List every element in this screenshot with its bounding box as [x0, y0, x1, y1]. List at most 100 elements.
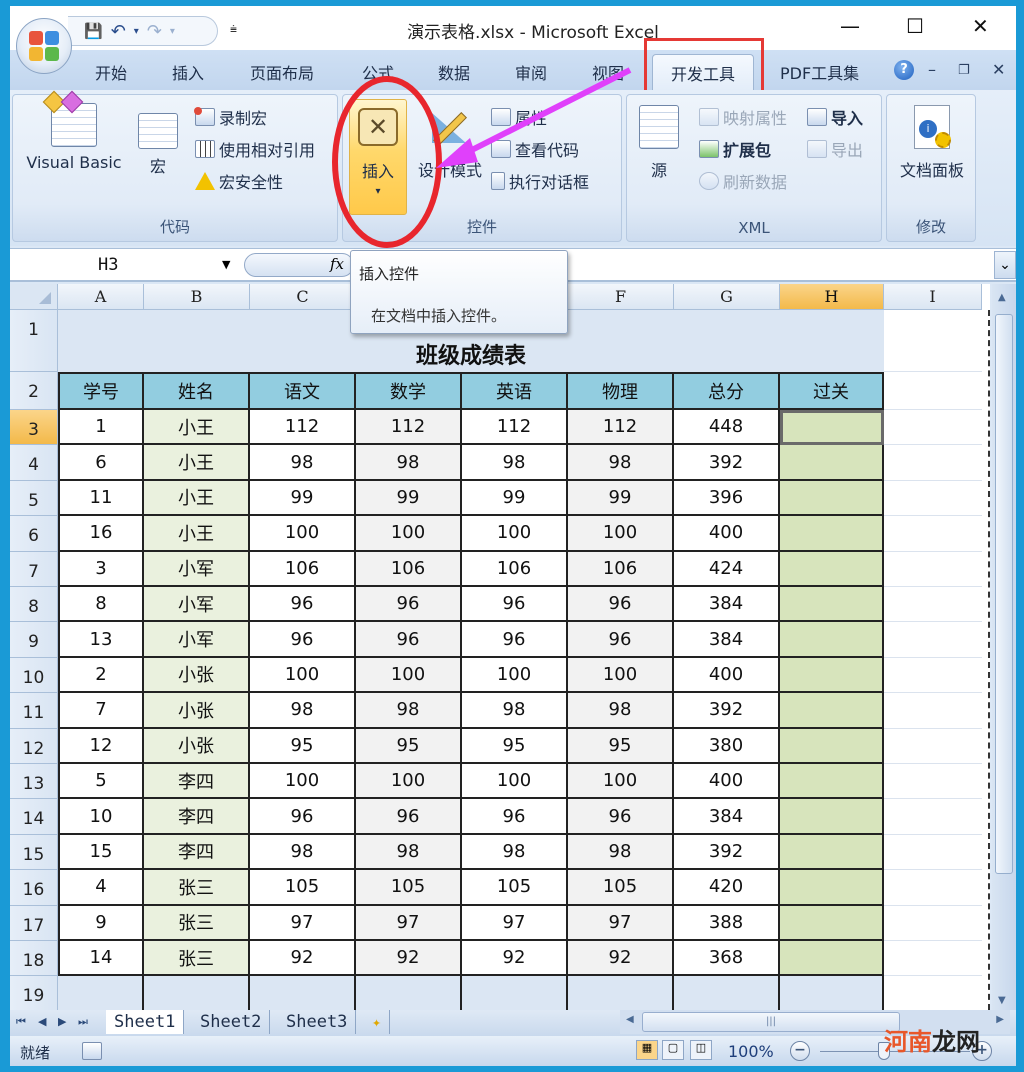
header-cell[interactable]: 数学: [356, 372, 462, 410]
data-cell[interactable]: 1: [58, 410, 144, 446]
row-header-9[interactable]: 9: [10, 622, 58, 658]
macros-button[interactable]: 宏: [135, 113, 181, 177]
header-cell[interactable]: 姓名: [144, 372, 250, 410]
data-cell[interactable]: 96: [250, 799, 356, 835]
data-cell[interactable]: 13: [58, 622, 144, 658]
data-cell[interactable]: 448: [674, 410, 780, 446]
data-cell[interactable]: 384: [674, 622, 780, 658]
row-header-4[interactable]: 4: [10, 445, 58, 481]
sheet-tab-sheet2[interactable]: Sheet2: [192, 1010, 271, 1034]
pass-cell[interactable]: [780, 551, 884, 587]
maximize-button[interactable]: ☐: [906, 14, 924, 38]
data-cell[interactable]: 105: [462, 870, 568, 906]
expansion-pack-button[interactable]: 扩展包: [699, 137, 771, 161]
macro-record-status-icon[interactable]: [82, 1042, 102, 1060]
data-cell[interactable]: 392: [674, 445, 780, 481]
pass-cell[interactable]: [780, 941, 884, 977]
row-header-17[interactable]: 17: [10, 905, 58, 941]
data-cell[interactable]: 96: [250, 587, 356, 623]
row-header-11[interactable]: 11: [10, 693, 58, 729]
pass-cell[interactable]: [780, 516, 884, 552]
data-cell[interactable]: 112: [250, 410, 356, 446]
pass-cell[interactable]: [780, 693, 884, 729]
help-icon[interactable]: ?: [894, 60, 914, 80]
data-cell[interactable]: 100: [462, 764, 568, 800]
data-cell[interactable]: 小王: [144, 480, 250, 517]
data-cell[interactable]: 3: [58, 551, 144, 587]
data-cell[interactable]: 99: [250, 480, 356, 517]
pass-cell[interactable]: [780, 728, 884, 764]
header-cell[interactable]: 物理: [568, 372, 674, 410]
data-cell[interactable]: 98: [568, 834, 674, 871]
empty-cell[interactable]: [356, 976, 462, 1012]
data-cell[interactable]: 11: [58, 480, 144, 517]
data-cell[interactable]: 98: [356, 445, 462, 481]
column-header-a[interactable]: A: [58, 284, 144, 310]
data-cell[interactable]: 张三: [144, 870, 250, 906]
empty-cell[interactable]: [58, 976, 144, 1012]
data-cell[interactable]: 98: [250, 445, 356, 481]
pass-cell[interactable]: [780, 622, 884, 658]
data-cell[interactable]: 95: [250, 728, 356, 764]
pass-cell[interactable]: [780, 445, 884, 481]
data-cell[interactable]: 100: [568, 657, 674, 694]
data-cell[interactable]: 384: [674, 799, 780, 835]
data-cell[interactable]: 99: [462, 480, 568, 517]
column-header-c[interactable]: C: [250, 284, 356, 310]
cell-i14[interactable]: [884, 799, 982, 835]
scroll-left-icon[interactable]: ◀: [626, 1014, 634, 1025]
data-cell[interactable]: 100: [250, 657, 356, 694]
data-cell[interactable]: 98: [250, 834, 356, 871]
pass-cell[interactable]: [780, 870, 884, 906]
data-cell[interactable]: 106: [356, 551, 462, 587]
export-button[interactable]: 导出: [807, 137, 863, 161]
data-cell[interactable]: 99: [356, 480, 462, 517]
ribbon-minimize-button[interactable]: –: [928, 60, 936, 79]
pass-cell[interactable]: [780, 799, 884, 835]
row-header-5[interactable]: 5: [10, 480, 58, 517]
data-cell[interactable]: 100: [250, 764, 356, 800]
data-cell[interactable]: 96: [250, 622, 356, 658]
data-cell[interactable]: 100: [356, 764, 462, 800]
data-cell[interactable]: 96: [356, 587, 462, 623]
data-cell[interactable]: 388: [674, 905, 780, 941]
data-cell[interactable]: 小王: [144, 410, 250, 446]
data-cell[interactable]: 小军: [144, 587, 250, 623]
data-cell[interactable]: 96: [356, 799, 462, 835]
empty-cell[interactable]: [674, 976, 780, 1012]
pass-cell[interactable]: [780, 657, 884, 694]
page-layout-view-button[interactable]: ▢: [662, 1040, 684, 1060]
row-header-12[interactable]: 12: [10, 728, 58, 764]
active-cell-h3[interactable]: [780, 410, 884, 446]
data-cell[interactable]: 14: [58, 941, 144, 977]
empty-cell[interactable]: [462, 976, 568, 1012]
data-cell[interactable]: 97: [250, 905, 356, 941]
data-cell[interactable]: 396: [674, 480, 780, 517]
data-cell[interactable]: 95: [462, 728, 568, 764]
data-cell[interactable]: 李四: [144, 764, 250, 800]
data-cell[interactable]: 106: [568, 551, 674, 587]
cell-i5[interactable]: [884, 481, 982, 517]
minimize-button[interactable]: —: [840, 14, 860, 38]
data-cell[interactable]: 95: [568, 728, 674, 764]
data-cell[interactable]: 4: [58, 870, 144, 906]
data-cell[interactable]: 小张: [144, 657, 250, 694]
data-cell[interactable]: 96: [568, 799, 674, 835]
data-cell[interactable]: 12: [58, 728, 144, 764]
cell-i19[interactable]: [884, 976, 982, 1012]
cell-i1[interactable]: [884, 310, 982, 372]
cell-i6[interactable]: [884, 516, 982, 552]
empty-cell[interactable]: [568, 976, 674, 1012]
tab-insert[interactable]: 插入: [172, 60, 204, 84]
cell-i7[interactable]: [884, 552, 982, 587]
cell-i3[interactable]: [884, 410, 982, 446]
header-cell[interactable]: 学号: [58, 372, 144, 410]
header-cell[interactable]: 过关: [780, 372, 884, 410]
cell-i2[interactable]: [884, 372, 982, 410]
data-cell[interactable]: 98: [356, 693, 462, 729]
header-cell[interactable]: 语文: [250, 372, 356, 410]
data-cell[interactable]: 97: [462, 905, 568, 941]
vertical-scrollbar[interactable]: ▲ ▼: [992, 284, 1016, 1012]
data-cell[interactable]: 112: [462, 410, 568, 446]
cell-i18[interactable]: [884, 941, 982, 977]
